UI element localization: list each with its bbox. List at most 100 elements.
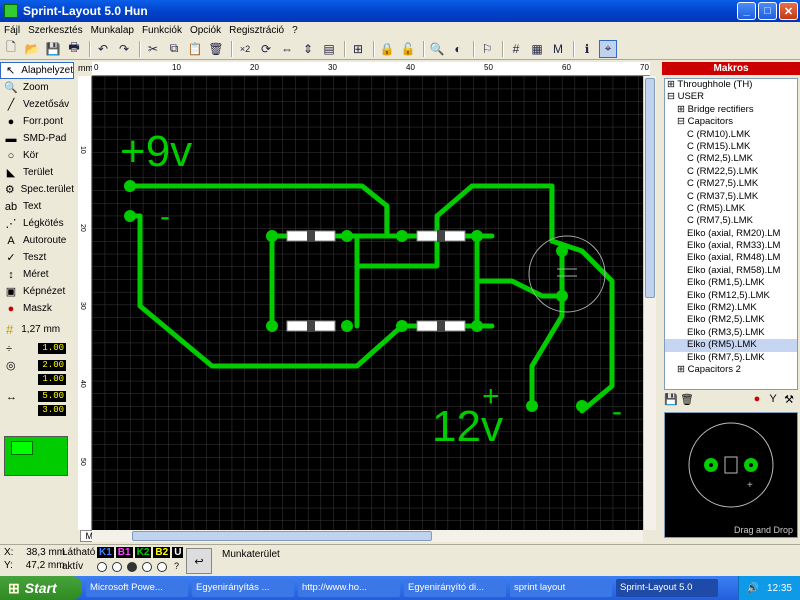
tool-text[interactable]: ab Text: [0, 198, 74, 215]
radio-u[interactable]: [157, 562, 167, 572]
close-button[interactable]: ✕: [779, 2, 798, 20]
taskbar-task[interactable]: sprint layout: [510, 579, 612, 597]
tree-item[interactable]: Elko (axial, RM33).LM: [665, 240, 797, 252]
wrench-icon[interactable]: ⚒: [782, 393, 796, 407]
zoom-button[interactable]: 🔍: [428, 40, 446, 58]
drc-report-button[interactable]: ▦: [528, 40, 546, 58]
tools-icon[interactable]: Y: [766, 393, 780, 407]
pcb-board[interactable]: +9v - 12v + -: [92, 76, 650, 530]
tree-item[interactable]: Elko (RM5).LMK: [665, 339, 797, 352]
cut-button[interactable]: ✂: [144, 40, 162, 58]
start-button[interactable]: ⊞ Start: [0, 576, 82, 600]
tray-icon[interactable]: 🔊: [747, 583, 759, 594]
macro-preview[interactable]: + Drag and Drop: [664, 412, 798, 538]
mirror-h-button[interactable]: ⇔: [278, 40, 296, 58]
track-width-input[interactable]: 1.00: [38, 343, 66, 354]
tree-item[interactable]: C (RM2,5).LMK: [665, 153, 797, 165]
delete-button[interactable]: 🗑: [207, 40, 225, 58]
drc-button[interactable]: ⚐: [478, 40, 496, 58]
tree-folder[interactable]: ⊟ Capacitors: [665, 116, 797, 128]
save-macro-icon[interactable]: 💾: [664, 393, 678, 407]
lock-button[interactable]: 🔒: [378, 40, 396, 58]
menu-registration[interactable]: Regisztráció: [229, 25, 284, 36]
tool-airwire[interactable]: ⋰ Légkötés: [0, 215, 74, 232]
layer-toggle-b2[interactable]: B2: [153, 547, 171, 558]
tool-track[interactable]: ╱ Vezetősáv: [0, 96, 74, 113]
menu-worksheet[interactable]: Munkalap: [91, 25, 134, 36]
menu-options[interactable]: Opciók: [190, 25, 221, 36]
tree-item[interactable]: Elko (axial, RM48).LM: [665, 252, 797, 264]
tool-photo[interactable]: ▣ Képnézet: [0, 283, 74, 300]
layer-color-preview[interactable]: [4, 436, 68, 476]
grid-button[interactable]: #: [507, 40, 525, 58]
tree-item[interactable]: Elko (RM2,5).LMK: [665, 314, 797, 326]
radio-b1[interactable]: [112, 562, 122, 572]
save-button[interactable]: 💾: [44, 40, 62, 58]
tree-item[interactable]: C (RM27,5).LMK: [665, 178, 797, 190]
vertical-scroll-thumb[interactable]: [645, 78, 655, 298]
vertical-scrollbar[interactable]: [643, 76, 656, 530]
taskbar-task[interactable]: Egyenirányítás ...: [192, 579, 294, 597]
tool-smd[interactable]: ▬ SMD-Pad: [0, 130, 74, 147]
tree-item[interactable]: Elko (axial, RM58).LM: [665, 265, 797, 277]
mirror-v-button[interactable]: ⇕: [299, 40, 317, 58]
macro-tree[interactable]: ⊞ Throughhole (TH) ⊟ USER ⊞ Bridge rectifi…: [664, 78, 798, 390]
horizontal-scrollbar[interactable]: [92, 530, 643, 542]
pcb-layout[interactable]: +9v - 12v + -: [92, 76, 650, 530]
layer-toggle-b1[interactable]: B1: [115, 547, 133, 558]
unlock-button[interactable]: 🔓: [399, 40, 417, 58]
tree-item[interactable]: C (RM22,5).LMK: [665, 166, 797, 178]
contrast-button[interactable]: ◐: [449, 40, 467, 58]
open-button[interactable]: 📂: [23, 40, 41, 58]
tool-special-area[interactable]: ⚙ Spec.terület: [0, 181, 74, 198]
tree-folder[interactable]: ⊞ Bridge rectifiers: [665, 104, 797, 116]
taskbar-task[interactable]: Egyenirányító di...: [404, 579, 506, 597]
menu-functions[interactable]: Funkciók: [142, 25, 182, 36]
tool-pointer[interactable]: ↖ Alaphelyzet: [0, 62, 74, 79]
tree-item[interactable]: C (RM5).LMK: [665, 203, 797, 215]
tree-item[interactable]: Elko (RM12,5).LMK: [665, 290, 797, 302]
help-mark[interactable]: ?: [174, 561, 179, 571]
minimize-button[interactable]: _: [737, 2, 756, 20]
label-minus-9v[interactable]: -: [160, 200, 170, 233]
menu-help[interactable]: ?: [292, 25, 298, 36]
tree-folder[interactable]: ⊞ Throughhole (TH): [665, 79, 797, 91]
taskbar-task[interactable]: Sprint-Layout 5.0: [616, 579, 718, 597]
layer-toggle-k2[interactable]: K2: [134, 547, 152, 558]
tree-item[interactable]: C (RM10).LMK: [665, 129, 797, 141]
group-button[interactable]: ⊞: [349, 40, 367, 58]
tool-circle[interactable]: ○ Kör: [0, 147, 74, 164]
label-9v[interactable]: +9v: [120, 127, 192, 176]
tree-folder[interactable]: ⊟ USER: [665, 91, 797, 103]
menu-edit[interactable]: Szerkesztés: [28, 25, 82, 36]
paste-button[interactable]: 📋: [186, 40, 204, 58]
tree-item[interactable]: Elko (RM1,5).LMK: [665, 277, 797, 289]
tool-test[interactable]: ✓ Teszt: [0, 249, 74, 266]
radio-b2[interactable]: [142, 562, 152, 572]
maximize-button[interactable]: □: [758, 2, 777, 20]
pad-outer-input[interactable]: 2.00: [38, 360, 66, 371]
tool-area[interactable]: ◣ Terület: [0, 164, 74, 181]
print-button[interactable]: 🖶: [65, 40, 83, 58]
label-minus-12v[interactable]: -: [612, 395, 622, 428]
smd-height-input[interactable]: 3.00: [38, 405, 66, 416]
horizontal-scroll-thumb[interactable]: [132, 531, 432, 541]
tree-item[interactable]: Elko (RM7,5).LMK: [665, 352, 797, 364]
tree-item[interactable]: Elko (axial, RM20).LM: [665, 228, 797, 240]
tool-measure[interactable]: ↕ Méret: [0, 266, 74, 283]
delete-macro-icon[interactable]: 🗑: [680, 393, 694, 407]
connect-button[interactable]: ⌖: [599, 39, 617, 58]
tree-item[interactable]: C (RM37,5).LMK: [665, 191, 797, 203]
radio-k2[interactable]: [127, 562, 137, 572]
tool-mask[interactable]: ● Maszk: [0, 300, 74, 317]
undo-button[interactable]: ↶: [94, 40, 112, 58]
redo-button[interactable]: ↷: [115, 40, 133, 58]
copy-button[interactable]: ⧉: [165, 40, 183, 58]
record-icon[interactable]: ●: [750, 393, 764, 407]
new-button[interactable]: 🗋: [2, 40, 20, 58]
pad-inner-input[interactable]: 1.00: [38, 374, 66, 385]
layer-toggle-k1[interactable]: K1: [97, 547, 114, 558]
tree-folder[interactable]: ⊞ Capacitors 2: [665, 364, 797, 376]
tool-autoroute[interactable]: A Autoroute: [0, 232, 74, 249]
tree-item[interactable]: Elko (RM3,5).LMK: [665, 327, 797, 339]
